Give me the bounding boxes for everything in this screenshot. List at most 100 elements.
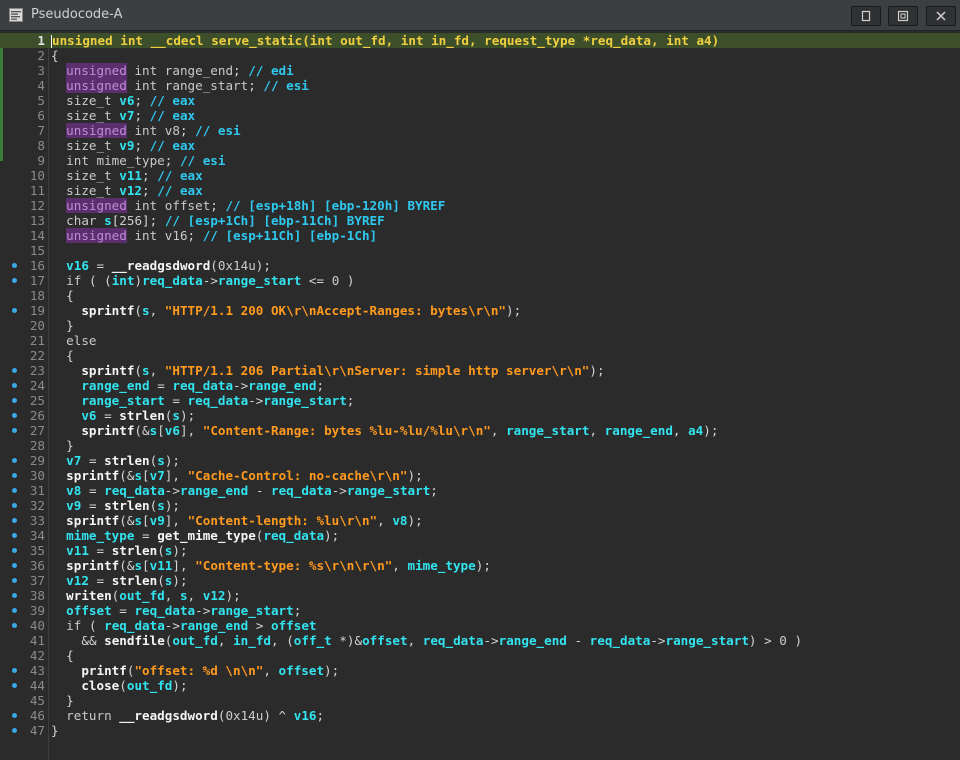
code-text[interactable]: size_t v12; // eax: [51, 183, 203, 198]
breakpoint-dot-icon[interactable]: [12, 578, 17, 583]
code-text[interactable]: int mime_type; // esi: [51, 153, 225, 168]
code-line[interactable]: 5 size_t v6; // eax: [0, 93, 960, 108]
code-line[interactable]: 20 }: [0, 318, 960, 333]
code-line[interactable]: 27 sprintf(&s[v6], "Content-Range: bytes…: [0, 423, 960, 438]
code-text[interactable]: v6 = strlen(s);: [51, 408, 195, 423]
code-line[interactable]: 22 {: [0, 348, 960, 363]
code-text[interactable]: unsigned int __cdecl serve_static(int ou…: [51, 33, 719, 48]
breakpoint-dot-icon[interactable]: [12, 488, 17, 493]
code-text[interactable]: return __readgsdword(0x14u) ^ v16;: [51, 708, 324, 723]
code-line[interactable]: 12 unsigned int offset; // [esp+18h] [eb…: [0, 198, 960, 213]
code-text[interactable]: sprintf(s, "HTTP/1.1 200 OK\r\nAccept-Ra…: [51, 303, 521, 318]
code-line[interactable]: 41 && sendfile(out_fd, in_fd, (off_t *)&…: [0, 633, 960, 648]
breakpoint-dot-icon[interactable]: [12, 668, 17, 673]
code-text[interactable]: close(out_fd);: [51, 678, 187, 693]
breakpoint-dot-icon[interactable]: [12, 548, 17, 553]
breakpoint-dot-icon[interactable]: [12, 308, 17, 313]
code-text[interactable]: {: [51, 648, 74, 663]
float-button[interactable]: [888, 6, 918, 26]
code-line[interactable]: 45 }: [0, 693, 960, 708]
code-text[interactable]: v9 = strlen(s);: [51, 498, 180, 513]
close-button[interactable]: [926, 6, 956, 26]
code-line[interactable]: 4 unsigned int range_start; // esi: [0, 78, 960, 93]
code-line[interactable]: 34 mime_type = get_mime_type(req_data);: [0, 528, 960, 543]
breakpoint-dot-icon[interactable]: [12, 533, 17, 538]
breakpoint-dot-icon[interactable]: [12, 383, 17, 388]
code-text[interactable]: unsigned int range_end; // edi: [51, 63, 294, 78]
code-text[interactable]: sprintf(s, "HTTP/1.1 206 Partial\r\nServ…: [51, 363, 604, 378]
code-line[interactable]: 25 range_start = req_data->range_start;: [0, 393, 960, 408]
code-line[interactable]: 10 size_t v11; // eax: [0, 168, 960, 183]
code-line[interactable]: 43 printf("offset: %d \n\n", offset);: [0, 663, 960, 678]
code-text[interactable]: v16 = __readgsdword(0x14u);: [51, 258, 271, 273]
code-line[interactable]: 18 {: [0, 288, 960, 303]
code-text[interactable]: else: [51, 333, 96, 348]
breakpoint-dot-icon[interactable]: [12, 728, 17, 733]
code-line[interactable]: 30 sprintf(&s[v7], "Cache-Control: no-ca…: [0, 468, 960, 483]
code-text[interactable]: sprintf(&s[v6], "Content-Range: bytes %l…: [51, 423, 718, 438]
code-text[interactable]: v12 = strlen(s);: [51, 573, 187, 588]
code-line[interactable]: 13 char s[256]; // [esp+1Ch] [ebp-11Ch] …: [0, 213, 960, 228]
code-line[interactable]: 44 close(out_fd);: [0, 678, 960, 693]
breakpoint-dot-icon[interactable]: [12, 413, 17, 418]
code-line[interactable]: 7 unsigned int v8; // esi: [0, 123, 960, 138]
code-text[interactable]: v8 = req_data->range_end - req_data->ran…: [51, 483, 438, 498]
breakpoint-dot-icon[interactable]: [12, 593, 17, 598]
code-text[interactable]: writen(out_fd, s, v12);: [51, 588, 241, 603]
code-line[interactable]: 38 writen(out_fd, s, v12);: [0, 588, 960, 603]
code-text[interactable]: {: [51, 288, 74, 303]
breakpoint-dot-icon[interactable]: [12, 458, 17, 463]
code-line[interactable]: 16 v16 = __readgsdword(0x14u);: [0, 258, 960, 273]
code-line[interactable]: 15: [0, 243, 960, 258]
code-line[interactable]: 14 unsigned int v16; // [esp+11Ch] [ebp-…: [0, 228, 960, 243]
code-line[interactable]: 32 v9 = strlen(s);: [0, 498, 960, 513]
code-line[interactable]: 8 size_t v9; // eax: [0, 138, 960, 153]
code-area[interactable]: 1 unsigned int __cdecl serve_static(int o…: [0, 33, 960, 738]
code-text[interactable]: unsigned int v16; // [esp+11Ch] [ebp-1Ch…: [51, 228, 377, 243]
code-text[interactable]: }: [51, 318, 74, 333]
code-line[interactable]: 37 v12 = strlen(s);: [0, 573, 960, 588]
pseudocode-editor[interactable]: 1 unsigned int __cdecl serve_static(int o…: [0, 31, 960, 760]
code-text[interactable]: sprintf(&s[v11], "Content-type: %s\r\n\r…: [51, 558, 491, 573]
breakpoint-dot-icon[interactable]: [12, 713, 17, 718]
code-line[interactable]: 3 unsigned int range_end; // edi: [0, 63, 960, 78]
code-text[interactable]: size_t v7; // eax: [51, 108, 195, 123]
code-text[interactable]: {: [51, 48, 59, 63]
code-line[interactable]: 28 }: [0, 438, 960, 453]
code-text[interactable]: }: [51, 693, 74, 708]
restore-button[interactable]: [851, 6, 881, 26]
code-text[interactable]: range_end = req_data->range_end;: [51, 378, 324, 393]
code-line[interactable]: 2{: [0, 48, 960, 63]
code-text[interactable]: range_start = req_data->range_start;: [51, 393, 354, 408]
code-line[interactable]: 33 sprintf(&s[v9], "Content-length: %lu\…: [0, 513, 960, 528]
breakpoint-dot-icon[interactable]: [12, 623, 17, 628]
breakpoint-dot-icon[interactable]: [12, 563, 17, 568]
code-text[interactable]: offset = req_data->range_start;: [51, 603, 301, 618]
code-text[interactable]: printf("offset: %d \n\n", offset);: [51, 663, 339, 678]
code-line[interactable]: 36 sprintf(&s[v11], "Content-type: %s\r\…: [0, 558, 960, 573]
code-line[interactable]: 31 v8 = req_data->range_end - req_data->…: [0, 483, 960, 498]
code-line[interactable]: 29 v7 = strlen(s);: [0, 453, 960, 468]
breakpoint-dot-icon[interactable]: [12, 398, 17, 403]
breakpoint-dot-icon[interactable]: [12, 608, 17, 613]
code-line[interactable]: 39 offset = req_data->range_start;: [0, 603, 960, 618]
code-text[interactable]: }: [51, 723, 59, 738]
code-text[interactable]: size_t v9; // eax: [51, 138, 195, 153]
code-line[interactable]: 11 size_t v12; // eax: [0, 183, 960, 198]
breakpoint-dot-icon[interactable]: [12, 368, 17, 373]
breakpoint-dot-icon[interactable]: [12, 278, 17, 283]
code-line[interactable]: 6 size_t v7; // eax: [0, 108, 960, 123]
code-text[interactable]: unsigned int offset; // [esp+18h] [ebp-1…: [51, 198, 445, 213]
code-line[interactable]: 40 if ( req_data->range_end > offset: [0, 618, 960, 633]
code-line[interactable]: 1 unsigned int __cdecl serve_static(int o…: [0, 33, 960, 48]
code-text[interactable]: unsigned int range_start; // esi: [51, 78, 309, 93]
code-text[interactable]: char s[256]; // [esp+1Ch] [ebp-11Ch] BYR…: [51, 213, 385, 228]
code-line[interactable]: 47}: [0, 723, 960, 738]
code-text[interactable]: sprintf(&s[v7], "Cache-Control: no-cache…: [51, 468, 422, 483]
code-text[interactable]: size_t v11; // eax: [51, 168, 203, 183]
code-text[interactable]: if ( (int)req_data->range_start <= 0 ): [51, 273, 354, 288]
code-text[interactable]: if ( req_data->range_end > offset: [51, 618, 316, 633]
code-text[interactable]: }: [51, 438, 74, 453]
breakpoint-dot-icon[interactable]: [12, 428, 17, 433]
breakpoint-dot-icon[interactable]: [12, 503, 17, 508]
